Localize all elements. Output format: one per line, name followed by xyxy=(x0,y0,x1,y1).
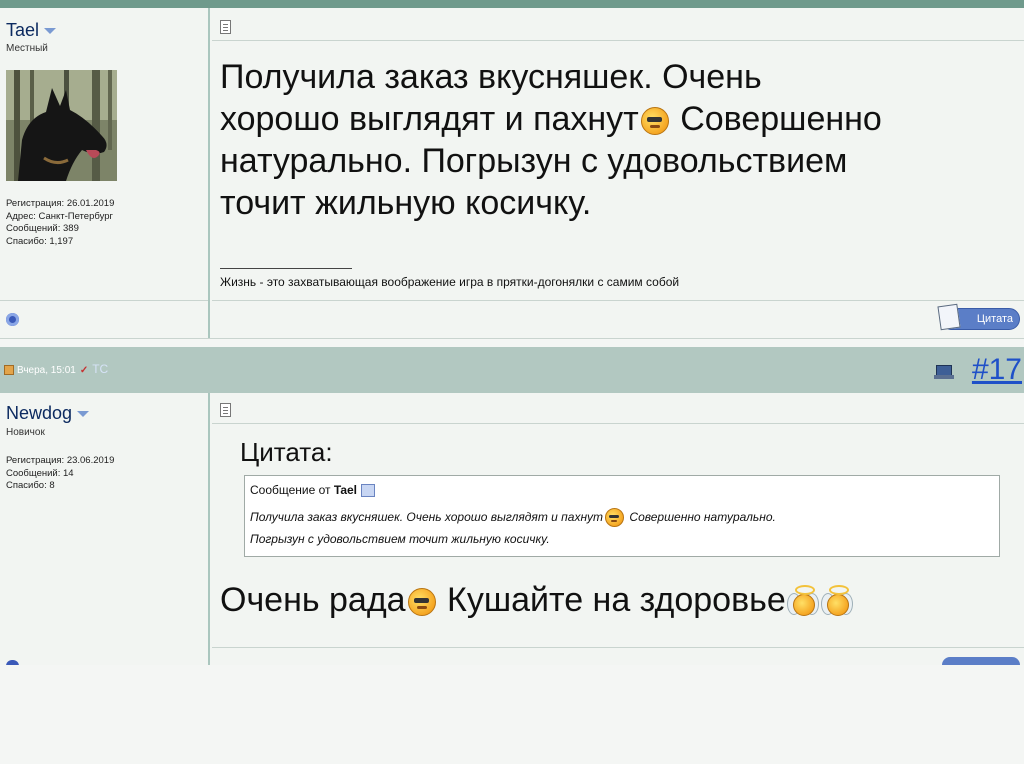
angel-icon xyxy=(786,585,819,619)
top-bar xyxy=(0,0,1024,8)
smile-icon xyxy=(605,508,625,528)
post-1: Tael Местный Регистрация: 26.01.2019 Адр… xyxy=(0,8,1024,339)
message-text: Получила заказ вкусняшек. Очень хорошо в… xyxy=(220,56,882,224)
page-bottom xyxy=(0,665,1024,764)
username-link[interactable]: Newdog xyxy=(6,403,90,424)
user-panel: Newdog Новичок Регистрация: 23.06.2019 С… xyxy=(0,393,210,665)
angel-icon xyxy=(820,585,853,619)
message-fragment: Совершенно xyxy=(670,100,882,138)
smile-icon xyxy=(640,107,669,136)
message-line: натурально. Погрызун с удовольствием xyxy=(220,142,848,180)
divider xyxy=(212,423,1024,424)
quote-fragment: Совершенно натурально. xyxy=(626,510,776,524)
divider xyxy=(0,300,208,301)
post-header: Вчера, 15:01 ✓ ТС #17 xyxy=(0,347,1024,393)
reply-fragment: Кушайте на здоровье xyxy=(437,581,786,619)
post-icon xyxy=(220,403,231,417)
post-content: Получила заказ вкусняшек. Очень хорошо в… xyxy=(212,8,1024,338)
info-registration: Регистрация: 26.01.2019 xyxy=(6,198,115,209)
post-icon xyxy=(220,20,231,34)
message-line: Получила заказ вкусняшек. Очень xyxy=(220,58,762,96)
online-status-icon xyxy=(6,313,19,326)
info-registration: Регистрация: 23.06.2019 xyxy=(6,455,115,466)
view-post-icon[interactable] xyxy=(361,484,376,498)
message-line: точит жильную косичку. xyxy=(220,184,592,222)
user-info: Регистрация: 26.01.2019 Адрес: Санкт-Пет… xyxy=(6,198,114,248)
divider xyxy=(212,300,1024,301)
reply-fragment: Очень рада xyxy=(220,581,406,619)
divider xyxy=(212,647,1024,648)
quote-author: Сообщение от Tael xyxy=(250,483,376,498)
info-thanks: Спасибо: 1,197 xyxy=(6,235,74,247)
post-doc-icon xyxy=(4,365,14,376)
info-thanks: Спасибо: 8 xyxy=(6,480,55,491)
quote-button[interactable]: Цитата xyxy=(937,303,1020,331)
username-text[interactable]: Newdog xyxy=(6,403,72,423)
user-panel: Tael Местный Регистрация: 26.01.2019 Адр… xyxy=(0,8,210,338)
info-posts: Сообщений: 389 xyxy=(6,223,79,234)
user-rank: Новичок xyxy=(6,427,45,438)
username-link[interactable]: Tael xyxy=(6,20,57,41)
quote-button[interactable] xyxy=(942,657,1020,665)
info-address: Адрес: Санкт-Петербург xyxy=(6,210,113,222)
reply-text: Очень рада Кушайте на здоровье xyxy=(220,581,854,620)
quote-author-name: Tael xyxy=(333,483,358,497)
post-number-link[interactable]: #17 xyxy=(972,353,1022,387)
message-line: хорошо выглядят и пахнут Совершенно xyxy=(220,98,882,140)
computer-icon xyxy=(934,365,954,379)
smile-icon xyxy=(407,588,436,617)
quote-from-prefix: Сообщение от xyxy=(250,483,331,497)
post-date: Вчера, 15:01 ✓ ТС xyxy=(4,362,108,376)
user-rank: Местный xyxy=(6,43,48,54)
message-fragment: хорошо выглядят и пахнут xyxy=(220,100,639,138)
divider xyxy=(212,40,1024,41)
user-menu-chevron-icon[interactable] xyxy=(44,28,57,35)
quote-box: Сообщение от Tael Получила заказ вкусняш… xyxy=(244,475,1000,557)
checkmark-icon: ✓ xyxy=(79,365,89,376)
post-content: Цитата: Сообщение от Tael Получила заказ… xyxy=(212,393,1024,665)
username-text[interactable]: Tael xyxy=(6,20,39,40)
user-info: Регистрация: 23.06.2019 Сообщений: 14 Сп… xyxy=(6,455,114,493)
avatar[interactable] xyxy=(6,70,117,181)
signature: Жизнь - это захватывающая воображение иг… xyxy=(220,275,680,289)
topic-starter-badge: ТС xyxy=(92,362,109,376)
post-2: Newdog Новичок Регистрация: 23.06.2019 С… xyxy=(0,393,1024,666)
quote-fragment: Получила заказ вкусняшек. Очень хорошо в… xyxy=(250,510,604,524)
signature-divider xyxy=(220,268,352,269)
quote-label: Цитата: xyxy=(240,437,333,467)
user-menu-chevron-icon[interactable] xyxy=(77,411,90,418)
post-date-text: Вчера, 15:01 xyxy=(17,365,76,376)
info-posts: Сообщений: 14 xyxy=(6,467,74,479)
quote-button-label: Цитата xyxy=(976,313,1013,325)
quote-fragment: Погрызун с удовольствием точит жильную к… xyxy=(250,532,550,546)
quote-text: Получила заказ вкусняшек. Очень хорошо в… xyxy=(250,506,990,550)
quote-pencil-icon xyxy=(937,303,961,331)
